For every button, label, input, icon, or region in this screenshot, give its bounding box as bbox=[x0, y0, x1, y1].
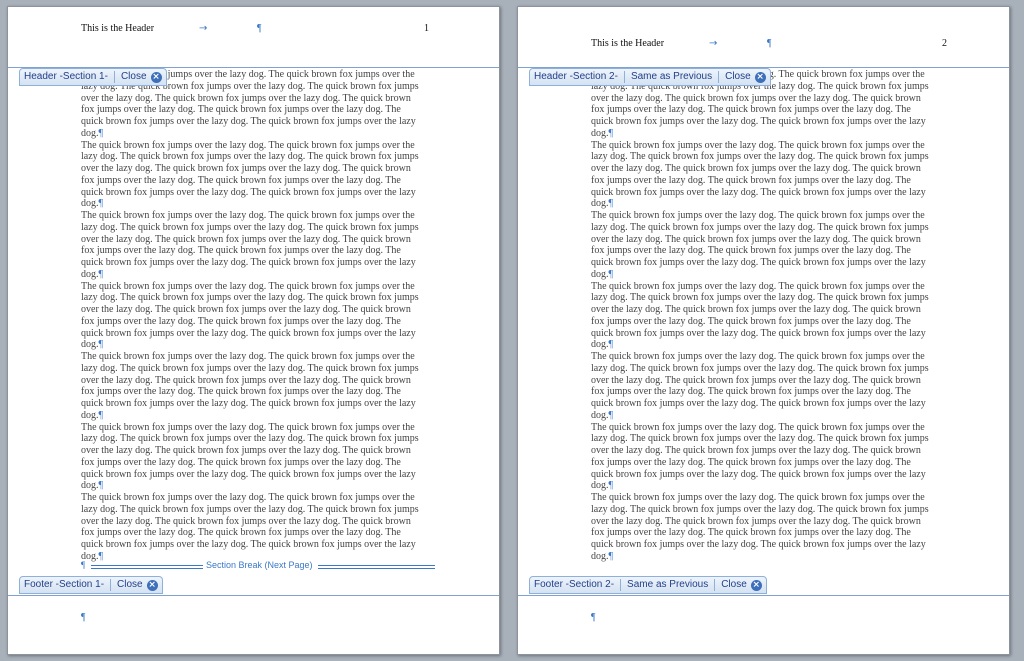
paragraph-text: The quick brown fox jumps over the lazy … bbox=[81, 351, 419, 421]
header-text[interactable]: This is the Header bbox=[591, 37, 664, 51]
paragraph-text: The quick brown fox jumps over the lazy … bbox=[81, 492, 419, 562]
footer-boundary bbox=[518, 595, 1009, 596]
paragraph-mark: ¶ bbox=[257, 23, 262, 34]
paragraph: The quick brown fox jumps over the lazy … bbox=[81, 351, 425, 422]
footer-section-tab: Footer -Section 1- Close × bbox=[19, 576, 163, 594]
footer-section-label: Footer -Section 1- bbox=[24, 579, 105, 590]
header-section-label: Header -Section 1- bbox=[24, 71, 108, 82]
paragraph: The quick brown fox jumps over the lazy … bbox=[81, 281, 425, 352]
paragraph-text: The quick brown fox jumps over the lazy … bbox=[591, 139, 929, 210]
close-label: Close bbox=[117, 579, 143, 590]
paragraph-mark: ¶ bbox=[608, 409, 614, 421]
same-as-previous-link[interactable]: Same as Previous bbox=[627, 577, 708, 593]
close-header-button[interactable]: Close × bbox=[725, 69, 766, 85]
footer-paragraph-mark[interactable]: ¶ bbox=[591, 612, 596, 623]
paragraph-text: The quick brown fox jumps over the lazy … bbox=[81, 421, 419, 492]
paragraph-mark: ¶ bbox=[608, 550, 614, 562]
paragraph-mark: ¶ bbox=[98, 198, 104, 210]
paragraph: The quick brown fox jumps over the lazy … bbox=[81, 140, 425, 211]
paragraph-mark: ¶ bbox=[98, 409, 104, 421]
close-icon: × bbox=[150, 71, 162, 83]
paragraph-text: The quick brown fox jumps over the lazy … bbox=[81, 280, 419, 351]
header-area[interactable]: This is the Header → ¶ 2 bbox=[591, 37, 947, 51]
section-break-line bbox=[91, 565, 203, 569]
divider bbox=[113, 71, 115, 83]
divider bbox=[620, 579, 622, 591]
close-footer-button[interactable]: Close × bbox=[117, 577, 158, 593]
footer-section-tab: Footer -Section 2- Same as Previous Clos… bbox=[529, 576, 767, 594]
paragraph: The quick brown fox jumps over the lazy … bbox=[81, 492, 425, 563]
paragraph-mark: ¶ bbox=[767, 38, 772, 49]
paragraph: The quick brown fox jumps over the lazy … bbox=[81, 422, 425, 493]
footer-boundary bbox=[8, 595, 499, 596]
paragraph-text: The quick brown fox jumps over the lazy … bbox=[591, 210, 929, 280]
divider bbox=[623, 71, 625, 83]
divider bbox=[714, 579, 716, 591]
section-break-label: Section Break (Next Page) bbox=[206, 560, 313, 570]
paragraph-mark: ¶ bbox=[608, 339, 614, 351]
close-icon: × bbox=[750, 579, 762, 591]
close-label: Close bbox=[120, 71, 147, 82]
header-section-tab: Header -Section 2- Same as Previous Clos… bbox=[529, 68, 771, 86]
paragraph-mark: ¶ bbox=[98, 268, 104, 280]
same-as-previous-link[interactable]: Same as Previous bbox=[631, 69, 712, 85]
divider bbox=[110, 579, 112, 591]
footer-paragraph-mark[interactable]: ¶ bbox=[81, 612, 86, 623]
body-text[interactable]: The quick brown fox jumps over the lazy … bbox=[591, 69, 935, 563]
header-section-label: Header -Section 2- bbox=[534, 71, 618, 82]
paragraph-text: The quick brown fox jumps over the lazy … bbox=[591, 421, 929, 492]
paragraph-text: The quick brown fox jumps over the lazy … bbox=[591, 351, 929, 421]
paragraph: The quick brown fox jumps over the lazy … bbox=[591, 492, 935, 563]
paragraph-mark: ¶ bbox=[98, 339, 104, 351]
paragraph-text: The quick brown fox jumps over the lazy … bbox=[591, 492, 929, 562]
divider bbox=[718, 71, 720, 83]
document-page-1[interactable]: This is the Header → ¶ 1 The quick brown… bbox=[7, 6, 500, 655]
document-page-2[interactable]: This is the Header → ¶ 2 The quick brown… bbox=[517, 6, 1010, 655]
page-number: 2 bbox=[942, 38, 947, 49]
footer-section-label: Footer -Section 2- bbox=[534, 579, 615, 590]
paragraph-mark: ¶ bbox=[608, 127, 614, 139]
paragraph-mark: ¶ bbox=[98, 127, 104, 139]
paragraph: The quick brown fox jumps over the lazy … bbox=[591, 422, 935, 493]
section-break-line bbox=[318, 565, 435, 569]
paragraph-mark: ¶ bbox=[608, 198, 614, 210]
close-header-button[interactable]: Close × bbox=[121, 69, 162, 85]
close-icon: × bbox=[146, 579, 158, 591]
paragraph-mark: ¶ bbox=[81, 560, 86, 570]
page-number: 1 bbox=[424, 23, 429, 34]
paragraph-text: The quick brown fox jumps over the lazy … bbox=[591, 280, 929, 351]
tab-arrow-icon: → bbox=[199, 23, 208, 34]
paragraph-mark: ¶ bbox=[608, 268, 614, 280]
paragraph: The quick brown fox jumps over the lazy … bbox=[81, 210, 425, 281]
header-section-tab: Header -Section 1- Close × bbox=[19, 68, 167, 86]
close-label: Close bbox=[725, 71, 751, 82]
body-text[interactable]: The quick brown fox jumps over the lazy … bbox=[81, 69, 425, 563]
paragraph: The quick brown fox jumps over the lazy … bbox=[591, 210, 935, 281]
header-area[interactable]: This is the Header → ¶ 1 bbox=[81, 22, 429, 36]
paragraph-mark: ¶ bbox=[608, 480, 614, 492]
paragraph: The quick brown fox jumps over the lazy … bbox=[591, 351, 935, 422]
section-break[interactable]: ¶ Section Break (Next Page) bbox=[81, 560, 435, 572]
paragraph: The quick brown fox jumps over the lazy … bbox=[591, 140, 935, 211]
header-text[interactable]: This is the Header bbox=[81, 22, 154, 36]
paragraph-text: The quick brown fox jumps over the lazy … bbox=[81, 139, 419, 210]
paragraph-text: The quick brown fox jumps over the lazy … bbox=[81, 210, 419, 280]
tab-arrow-icon: → bbox=[709, 38, 718, 49]
close-footer-button[interactable]: Close × bbox=[721, 577, 762, 593]
paragraph: The quick brown fox jumps over the lazy … bbox=[591, 281, 935, 352]
paragraph-mark: ¶ bbox=[98, 480, 104, 492]
close-label: Close bbox=[721, 579, 747, 590]
close-icon: × bbox=[754, 71, 766, 83]
